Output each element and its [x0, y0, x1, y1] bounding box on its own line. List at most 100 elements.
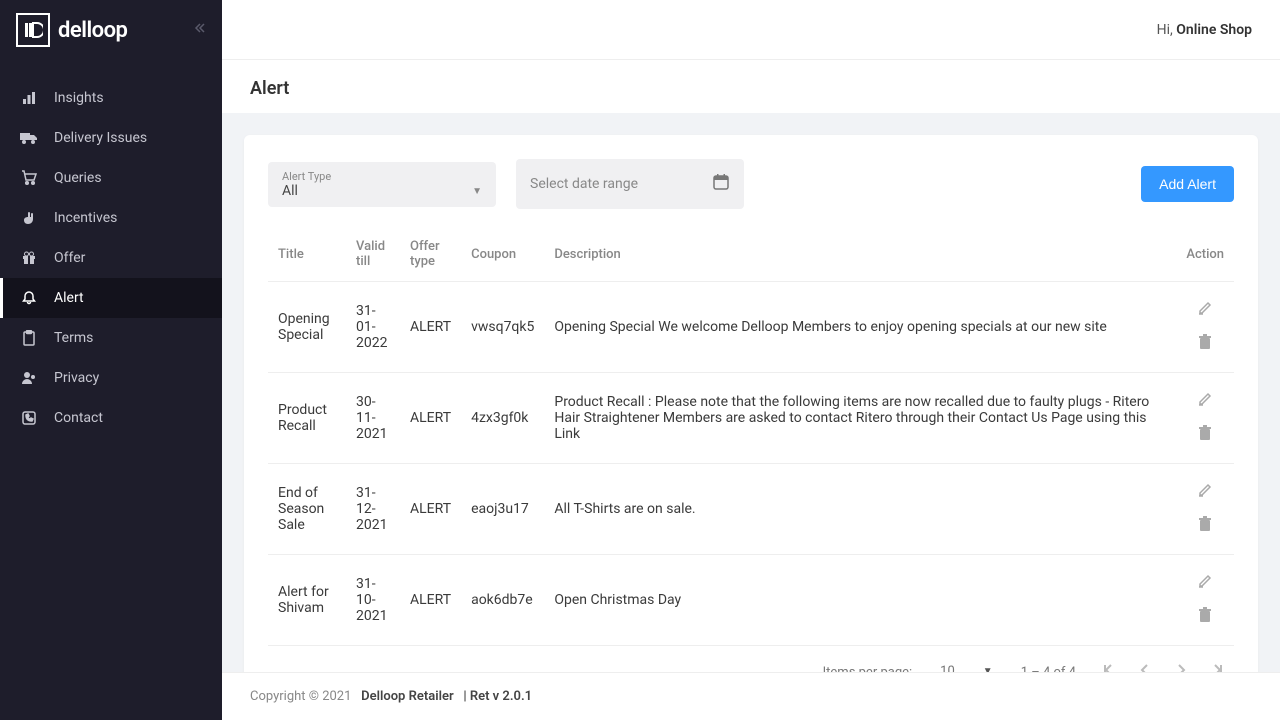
phone-icon — [20, 411, 38, 425]
cell-valid: 30-11-2021 — [346, 373, 400, 464]
pager-label: Items per page: — [823, 665, 913, 673]
sidebar-item-label: Incentives — [54, 210, 117, 226]
table-row: Alert for Shivam31-10-2021ALERTaok6db7eO… — [268, 555, 1234, 646]
filters: Alert Type All ▼ Select date range Add A… — [268, 159, 1234, 209]
edit-button[interactable] — [1197, 573, 1213, 593]
footer-product: Delloop Retailer — [361, 689, 454, 704]
cell-offer: ALERT — [400, 282, 461, 373]
brand-name: delloop — [58, 18, 127, 43]
logo-mark — [16, 13, 50, 47]
pager-per-page-select[interactable]: 10 ▼ — [936, 662, 997, 672]
pager-prev-button[interactable] — [1138, 663, 1152, 672]
footer: Copyright © 2021 Delloop Retailer | Ret … — [222, 672, 1280, 720]
cell-description: Open Christmas Day — [544, 555, 1176, 646]
cell-offer: ALERT — [400, 373, 461, 464]
bell-icon — [20, 290, 38, 306]
th-action: Action — [1176, 227, 1234, 282]
cell-coupon: vwsq7qk5 — [461, 282, 544, 373]
edit-button[interactable] — [1197, 482, 1213, 502]
add-alert-button[interactable]: Add Alert — [1141, 166, 1234, 202]
sidebar-item-label: Privacy — [54, 370, 99, 386]
pager-next-button[interactable] — [1174, 663, 1188, 672]
cell-valid: 31-01-2022 — [346, 282, 400, 373]
cell-title: End of Season Sale — [268, 464, 346, 555]
sidebar-item-insights[interactable]: Insights — [0, 78, 222, 118]
cell-offer: ALERT — [400, 464, 461, 555]
table-row: Opening Special31-01-2022ALERTvwsq7qk5Op… — [268, 282, 1234, 373]
pager-range: 1 – 4 of 4 — [1021, 665, 1076, 673]
sidebar-item-label: Queries — [54, 170, 102, 186]
delete-button[interactable] — [1198, 425, 1212, 445]
greeting: Hi, Online Shop — [1157, 22, 1252, 38]
sidebar-item-privacy[interactable]: Privacy — [0, 358, 222, 398]
edit-button[interactable] — [1197, 300, 1213, 320]
sidebar-item-label: Alert — [54, 290, 84, 306]
sidebar-item-contact[interactable]: Contact — [0, 398, 222, 438]
greeting-name: Online Shop — [1176, 22, 1252, 38]
hand-icon — [20, 210, 38, 226]
truck-icon — [20, 131, 38, 145]
th-offer: Offer type — [400, 227, 461, 282]
sidebar-item-delivery[interactable]: Delivery Issues — [0, 118, 222, 158]
cell-action — [1176, 555, 1234, 646]
sidebar-item-alert[interactable]: Alert — [0, 278, 222, 318]
page-title: Alert — [222, 60, 1280, 113]
cell-title: Alert for Shivam — [268, 555, 346, 646]
sidebar-item-label: Delivery Issues — [54, 130, 147, 146]
sidebar-item-terms[interactable]: Terms — [0, 318, 222, 358]
th-title: Title — [268, 227, 346, 282]
delete-button[interactable] — [1198, 334, 1212, 354]
sidebar-collapse-button[interactable] — [192, 21, 206, 39]
cell-coupon: 4zx3gf0k — [461, 373, 544, 464]
sidebar-item-queries[interactable]: Queries — [0, 158, 222, 198]
date-range-picker[interactable]: Select date range — [516, 159, 744, 209]
sidebar-item-label: Insights — [54, 90, 104, 106]
chart-icon — [20, 90, 38, 106]
delete-button[interactable] — [1198, 516, 1212, 536]
cell-description: Product Recall : Please note that the fo… — [544, 373, 1176, 464]
select-value: All — [282, 183, 482, 199]
pager-nav — [1100, 662, 1226, 672]
date-placeholder: Select date range — [530, 176, 638, 192]
main: Hi, Online Shop Alert Alert Type All ▼ S… — [222, 0, 1280, 720]
th-coupon: Coupon — [461, 227, 544, 282]
sidebar: delloop Insights Delivery Issues Queries… — [0, 0, 222, 720]
sidebar-item-label: Terms — [54, 330, 93, 346]
content: Alert Type All ▼ Select date range Add A… — [222, 113, 1280, 672]
cell-title: Product Recall — [268, 373, 346, 464]
cell-title: Opening Special — [268, 282, 346, 373]
pager-first-button[interactable] — [1100, 662, 1116, 672]
th-description: Description — [544, 227, 1176, 282]
clipboard-icon — [20, 330, 38, 346]
cell-description: All T-Shirts are on sale. — [544, 464, 1176, 555]
pager-per-page-value: 10 — [940, 664, 955, 672]
cart-icon — [20, 170, 38, 186]
alert-type-select[interactable]: Alert Type All ▼ — [268, 162, 496, 207]
footer-copyright: Copyright © 2021 — [250, 689, 351, 704]
select-label: Alert Type — [282, 170, 482, 183]
cell-coupon: eaoj3u17 — [461, 464, 544, 555]
calendar-icon — [712, 173, 730, 195]
topbar: Hi, Online Shop — [222, 0, 1280, 60]
card: Alert Type All ▼ Select date range Add A… — [244, 135, 1258, 672]
cell-valid: 31-12-2021 — [346, 464, 400, 555]
pager-last-button[interactable] — [1210, 662, 1226, 672]
cell-action — [1176, 282, 1234, 373]
delete-button[interactable] — [1198, 607, 1212, 627]
gift-icon — [20, 250, 38, 266]
user-icon — [20, 370, 38, 386]
sidebar-item-incentives[interactable]: Incentives — [0, 198, 222, 238]
sidebar-item-label: Contact — [54, 410, 103, 426]
cell-offer: ALERT — [400, 555, 461, 646]
alerts-table: Title Valid till Offer type Coupon Descr… — [268, 227, 1234, 646]
chevron-down-icon: ▼ — [472, 186, 482, 197]
table-row: Product Recall30-11-2021ALERT4zx3gf0kPro… — [268, 373, 1234, 464]
edit-button[interactable] — [1197, 391, 1213, 411]
cell-coupon: aok6db7e — [461, 555, 544, 646]
cell-action — [1176, 373, 1234, 464]
sidebar-item-label: Offer — [54, 250, 85, 266]
cell-valid: 31-10-2021 — [346, 555, 400, 646]
footer-version: | Ret v 2.0.1 — [463, 689, 532, 704]
sidebar-item-offer[interactable]: Offer — [0, 238, 222, 278]
sidebar-nav: Insights Delivery Issues Queries Incenti… — [0, 60, 222, 438]
